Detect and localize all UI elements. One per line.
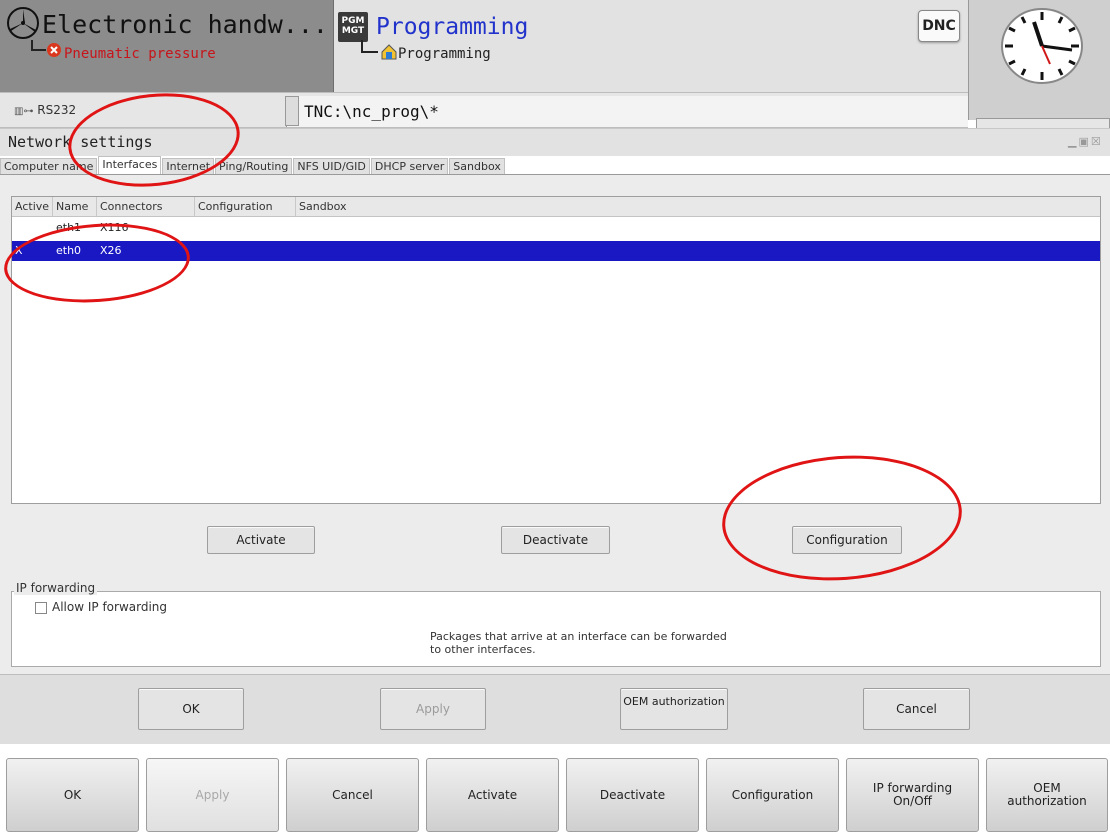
- tab-internet[interactable]: Internet: [162, 158, 215, 175]
- serial-port-icon: ▥⊶: [14, 106, 34, 117]
- clock-icon: [1001, 8, 1083, 84]
- tab-interfaces[interactable]: Interfaces: [98, 156, 162, 175]
- window-controls: ▁▣☒: [1068, 135, 1103, 148]
- dialog-title: Network settings: [8, 133, 153, 151]
- column-header-name[interactable]: Name: [53, 197, 97, 216]
- softkey-ip-forwarding[interactable]: IP forwarding On/Off: [846, 758, 979, 832]
- table-row[interactable]: eth1 X116: [12, 218, 1100, 238]
- tab-ping-routing[interactable]: Ping/Routing: [215, 158, 293, 175]
- cancel-button[interactable]: Cancel: [863, 688, 970, 730]
- cell-connector: X26: [100, 244, 122, 257]
- table-header: Active Name Connectors Configuration San…: [12, 197, 1100, 217]
- allow-ip-forwarding-checkbox[interactable]: [35, 602, 47, 614]
- maximize-icon[interactable]: ▣: [1078, 135, 1090, 148]
- ip-forwarding-legend: IP forwarding: [14, 581, 98, 595]
- softkey-cancel[interactable]: Cancel: [286, 758, 419, 832]
- dnc-icon[interactable]: DNC: [918, 10, 960, 42]
- cell-configuration: [195, 241, 296, 261]
- error-connector-icon: [31, 40, 61, 57]
- column-header-active[interactable]: Active: [12, 197, 53, 216]
- softkey-apply[interactable]: Apply: [146, 758, 279, 832]
- softkey-ok[interactable]: OK: [6, 758, 139, 832]
- deactivate-button[interactable]: Deactivate: [501, 526, 610, 554]
- cell-sandbox: [296, 218, 356, 238]
- clock-panel: [976, 118, 1110, 128]
- allow-ip-forwarding-label[interactable]: Allow IP forwarding: [52, 600, 167, 614]
- tab-nfs-uid-gid[interactable]: NFS UID/GID: [293, 158, 370, 175]
- cell-name: eth1: [56, 221, 82, 234]
- activate-button[interactable]: Activate: [207, 526, 315, 554]
- tab-dhcp-server[interactable]: DHCP server: [370, 158, 449, 175]
- softkey-configuration[interactable]: Configuration: [706, 758, 839, 832]
- cell-active: X: [15, 244, 23, 257]
- cell-configuration: [195, 218, 296, 238]
- softkey-deactivate[interactable]: Deactivate: [566, 758, 699, 832]
- program-mode-title: Programming: [376, 14, 529, 40]
- cell-connector: X116: [100, 221, 129, 234]
- tab-sandbox[interactable]: Sandbox: [449, 158, 505, 175]
- column-header-connectors[interactable]: Connectors: [97, 197, 195, 216]
- softkey-activate[interactable]: Activate: [426, 758, 559, 832]
- column-header-configuration[interactable]: Configuration: [195, 197, 296, 216]
- configuration-button[interactable]: Configuration: [792, 526, 902, 554]
- cell-sandbox: [296, 241, 356, 261]
- error-message[interactable]: Pneumatic pressure: [64, 46, 216, 62]
- apply-button[interactable]: Apply: [380, 688, 486, 730]
- pgm-mgt-icon: PGM MGT: [338, 12, 368, 42]
- tab-bar: Computer name Interfaces Internet Ping/R…: [0, 156, 1110, 175]
- softkey-oem-authorization[interactable]: OEM authorization: [986, 758, 1108, 832]
- ok-button[interactable]: OK: [138, 688, 244, 730]
- program-mode-subtitle: Programming: [398, 46, 491, 62]
- mercedes-logo-icon: [7, 7, 39, 39]
- machine-mode-title: Electronic handw...: [42, 10, 328, 39]
- dialog-titlebar: [0, 128, 1110, 156]
- close-icon[interactable]: ☒: [1091, 135, 1103, 148]
- table-row-selected[interactable]: X eth0 X26: [12, 241, 1100, 261]
- path-scroll-button[interactable]: [285, 96, 299, 126]
- cell-active: [12, 218, 53, 238]
- oem-authorization-button[interactable]: OEM authorization: [620, 688, 728, 730]
- program-path: TNC:\nc_prog\*: [304, 102, 439, 121]
- minimize-icon[interactable]: ▁: [1068, 135, 1078, 148]
- home-connector-icon: [361, 40, 397, 60]
- interface-indicator: ▥⊶ RS232: [14, 103, 77, 117]
- cell-name: eth0: [56, 244, 82, 257]
- ip-forwarding-note: Packages that arrive at an interface can…: [430, 630, 727, 656]
- column-header-sandbox[interactable]: Sandbox: [296, 197, 356, 216]
- tab-computer-name[interactable]: Computer name: [0, 158, 98, 175]
